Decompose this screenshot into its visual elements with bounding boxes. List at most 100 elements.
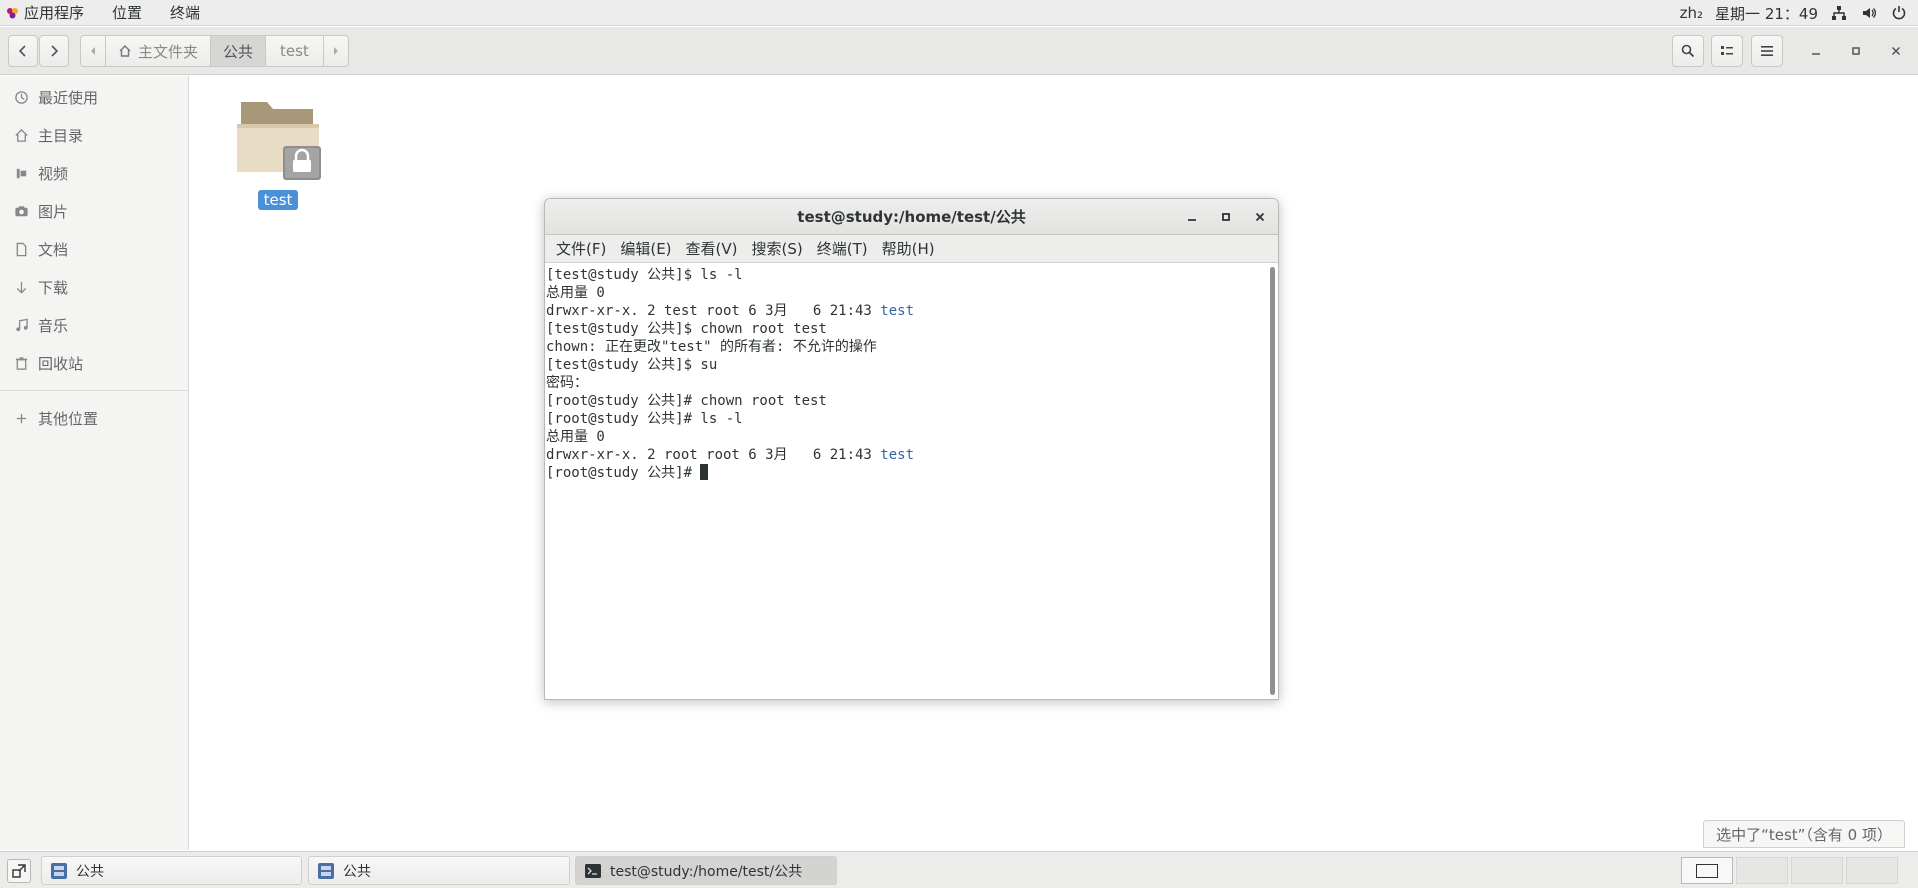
terminal-menu-view[interactable]: 查看(V) [679, 238, 745, 259]
chevron-right-icon [51, 45, 59, 57]
terminal-cursor [700, 464, 709, 480]
path-scroll-right[interactable] [324, 36, 348, 66]
show-desktop-button[interactable] [7, 859, 31, 883]
search-button[interactable] [1672, 35, 1704, 67]
workspace-2[interactable] [1736, 857, 1788, 884]
clock[interactable]: 星期一 21：49 [1715, 3, 1818, 24]
sidebar-item-downloads[interactable]: 下载 [0, 268, 188, 306]
file-manager-icon [51, 862, 67, 879]
sidebar-item-label: 音乐 [38, 316, 69, 335]
terminal-output[interactable]: [test@study 公共]$ ls -l 总用量 0 drwxr-xr-x. 2… [545, 264, 1268, 699]
path-home[interactable]: 主文件夹 [106, 36, 212, 66]
sidebar-item-label: 主目录 [38, 126, 84, 145]
clock-icon [15, 90, 28, 104]
workspace-3[interactable] [1791, 857, 1843, 884]
video-icon [16, 168, 27, 178]
sidebar-item-other-locations[interactable]: 其他位置 [0, 399, 188, 437]
volume-icon[interactable] [1860, 4, 1878, 22]
sidebar-item-trash[interactable]: 回收站 [0, 344, 188, 382]
terminal-line-text: drwxr-xr-x. 2 test root 6 3月 6 21:43 [546, 303, 881, 319]
forward-button[interactable] [39, 35, 69, 67]
back-button[interactable] [8, 35, 38, 67]
terminal-line: [test@study 公共]$ ls -l [546, 267, 743, 283]
path-home-label: 主文件夹 [138, 42, 199, 61]
arrow-left-icon [91, 47, 95, 55]
app-logo-icon [7, 7, 18, 18]
terminal-menu-edit[interactable]: 编辑(E) [613, 238, 678, 259]
terminal-line-text: [root@study 公共]# [546, 465, 701, 481]
terminal-scrollbar[interactable] [1270, 267, 1275, 695]
sidebar-item-label: 最近使用 [38, 88, 99, 107]
network-icon[interactable] [1830, 4, 1848, 22]
taskbar-item-terminal[interactable]: test@study:/home/test/公共 [575, 856, 837, 885]
terminal-line: drwxr-xr-x. 2 root root 6 3月 6 21:43 tes… [546, 446, 1267, 464]
minimize-icon [1812, 53, 1820, 55]
home-icon [119, 45, 131, 57]
terminal-line: 总用量 0 [546, 429, 605, 445]
view-toggle-button[interactable] [1711, 35, 1743, 67]
sidebar-item-recent[interactable]: 最近使用 [0, 78, 188, 116]
terminal-line: [root@study 公共]# ls -l [546, 411, 743, 427]
input-method-indicator[interactable]: zh₂ [1680, 4, 1703, 22]
terminal-maximize-button[interactable] [1216, 207, 1236, 227]
sidebar-item-label: 下载 [38, 278, 69, 297]
terminal-titlebar[interactable]: test@study:/home/test/公共 [545, 199, 1278, 235]
path-scroll-left[interactable] [81, 36, 106, 66]
sidebar-item-videos[interactable]: 视频 [0, 154, 188, 192]
maximize-button[interactable] [1840, 35, 1872, 67]
places-menu[interactable]: 位置 [98, 2, 156, 23]
terminal-menu-terminal[interactable]: 终端(T) [810, 238, 875, 259]
terminal-line: drwxr-xr-x. 2 test root 6 3月 6 21:43 tes… [546, 302, 1267, 320]
close-icon [1255, 212, 1265, 222]
terminal-window[interactable]: test@study:/home/test/公共 文件(F) 编辑(E) 查看(… [544, 198, 1279, 700]
top-panel: 应用程序 位置 终端 zh₂ 星期一 21：49 [0, 0, 1918, 26]
chevron-left-icon [18, 45, 26, 57]
menu-button[interactable] [1751, 35, 1783, 67]
sidebar-divider [0, 390, 188, 391]
folder-name[interactable]: test [257, 190, 299, 210]
close-button[interactable] [1880, 35, 1912, 67]
music-icon [16, 318, 28, 331]
show-desktop-icon [12, 864, 26, 878]
power-icon[interactable] [1890, 4, 1908, 22]
sidebar-item-pictures[interactable]: 图片 [0, 192, 188, 230]
file-manager-headerbar: 主文件夹 公共 test [0, 27, 1918, 75]
taskbar-item-files-1[interactable]: 公共 [41, 856, 302, 885]
terminal-menu-help[interactable]: 帮助(H) [875, 238, 942, 259]
top-menu: 应用程序 位置 终端 [0, 0, 214, 26]
terminal-menu[interactable]: 终端 [156, 2, 214, 23]
camera-icon [15, 205, 28, 216]
terminal-minimize-button[interactable] [1182, 207, 1202, 227]
taskbar-item-files-2[interactable]: 公共 [308, 856, 570, 885]
path-test[interactable]: test [266, 36, 324, 66]
sidebar-item-music[interactable]: 音乐 [0, 306, 188, 344]
applications-menu-label: 应用程序 [24, 4, 85, 22]
selection-status: 选中了“test”（含有 0 项） [1703, 820, 1905, 848]
workspace-4[interactable] [1846, 857, 1898, 884]
folder-item[interactable]: test [230, 94, 326, 210]
search-icon [1681, 44, 1695, 58]
terminal-line: chown: 正在更改"test" 的所有者: 不允许的操作 [546, 339, 877, 355]
terminal-menu-file[interactable]: 文件(F) [549, 238, 613, 259]
taskbar-item-label: 公共 [76, 863, 104, 880]
trash-icon [15, 356, 28, 370]
sidebar-item-documents[interactable]: 文档 [0, 230, 188, 268]
workspace-1[interactable] [1681, 857, 1733, 884]
applications-menu[interactable]: 应用程序 [0, 2, 98, 23]
path-public[interactable]: 公共 [211, 36, 267, 66]
arrow-right-icon [333, 47, 338, 55]
sidebar-item-label: 回收站 [38, 354, 84, 373]
sidebar-item-label: 视频 [38, 164, 69, 183]
close-icon [1891, 46, 1901, 56]
locked-folder-icon [237, 102, 321, 180]
sidebar-item-home[interactable]: 主目录 [0, 116, 188, 154]
taskbar-item-label: 公共 [343, 863, 371, 880]
terminal-menu-search[interactable]: 搜索(S) [745, 238, 810, 259]
document-icon [16, 242, 27, 256]
terminal-close-button[interactable] [1250, 207, 1270, 227]
terminal-title: test@study:/home/test/公共 [797, 208, 1026, 226]
maximize-icon [1222, 213, 1230, 221]
sidebar-item-label: 文档 [38, 240, 69, 259]
terminal-line: [root@study 公共]# chown root test [546, 393, 827, 409]
minimize-button[interactable] [1800, 35, 1832, 67]
